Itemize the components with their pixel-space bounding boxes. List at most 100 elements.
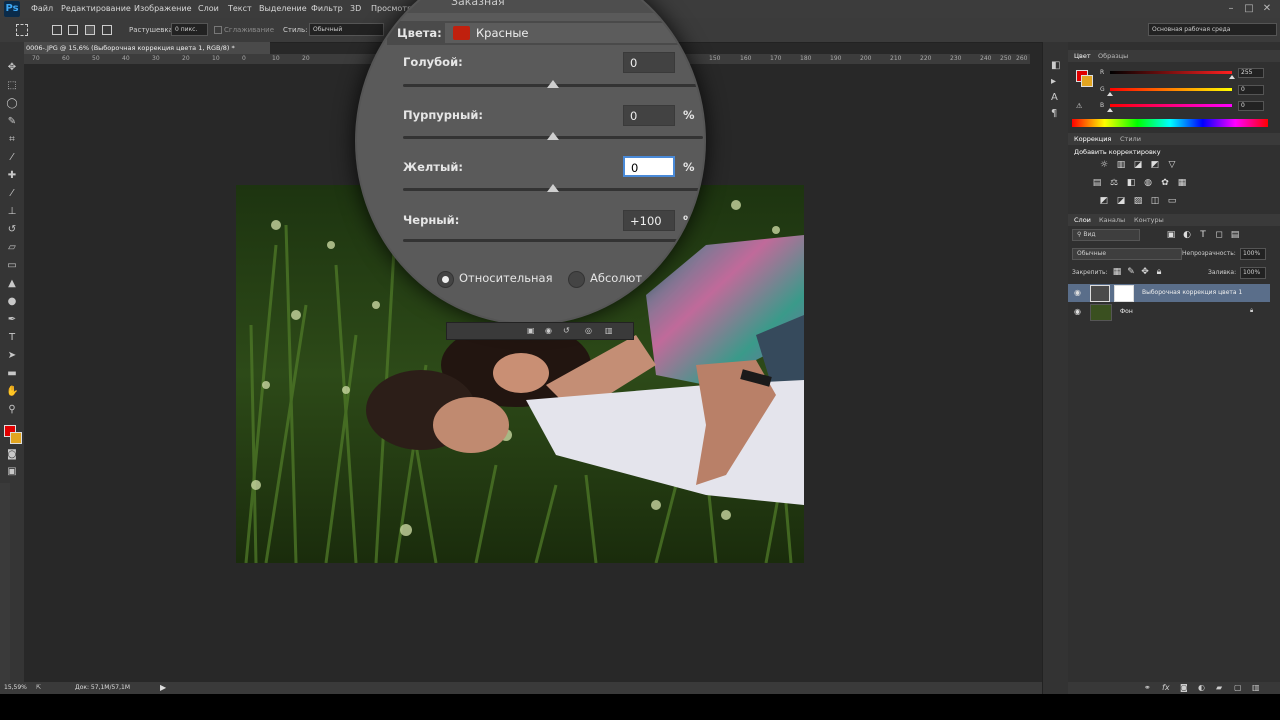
tab-channels[interactable]: Каналы <box>1099 216 1125 224</box>
channel-b-slider[interactable] <box>1107 104 1232 112</box>
menu-filter[interactable]: Фильтр <box>311 4 343 13</box>
new-selection-icon[interactable] <box>52 25 62 35</box>
background-color-swatch[interactable] <box>10 432 22 444</box>
trash-icon[interactable]: ▥ <box>605 326 613 335</box>
clip-to-layer-icon[interactable]: ▣ <box>527 326 535 335</box>
hand-icon[interactable]: ✋ <box>6 386 18 398</box>
color-lookup-icon[interactable]: ▦ <box>1177 178 1187 188</box>
channel-slider-marker[interactable] <box>1229 75 1235 79</box>
visibility-icon[interactable]: ◎ <box>585 326 592 335</box>
add-selection-icon[interactable] <box>68 25 78 35</box>
opacity-input[interactable]: 100% <box>1240 248 1266 260</box>
vibrance-icon[interactable]: ▽ <box>1167 160 1177 170</box>
history-brush-icon[interactable]: ↺ <box>6 224 18 236</box>
lock-transparent-icon[interactable]: ▦ <box>1112 267 1122 277</box>
channel-slider-marker[interactable] <box>1107 108 1113 112</box>
channel-g-input[interactable]: 0 <box>1238 85 1264 95</box>
status-arrow-icon[interactable]: ▶ <box>160 683 166 692</box>
channel-slider-marker[interactable] <box>1107 92 1113 96</box>
yellow-slider-thumb[interactable] <box>547 184 559 192</box>
panel-background-swatch[interactable] <box>1081 75 1093 87</box>
tab-color[interactable]: Цвет <box>1074 52 1091 60</box>
dodge-icon[interactable]: ● <box>6 296 18 308</box>
photo-filter-icon[interactable]: ◍ <box>1143 178 1153 188</box>
menu-file[interactable]: Файл <box>31 4 53 13</box>
posterize-icon[interactable]: ◪ <box>1116 196 1126 206</box>
link-layers-icon[interactable]: ⚭ <box>1144 683 1151 692</box>
lock-position-icon[interactable]: ✥ <box>1140 267 1150 277</box>
channel-r-input[interactable]: 255 <box>1238 68 1264 78</box>
tab-adjustments[interactable]: Коррекция <box>1074 135 1111 143</box>
add-mask-icon[interactable]: ◙ <box>1180 683 1188 692</box>
black-white-icon[interactable]: ◧ <box>1126 178 1136 188</box>
tab-swatches[interactable]: Образцы <box>1098 52 1128 60</box>
lasso-icon[interactable]: ◯ <box>6 98 18 110</box>
subtract-selection-icon[interactable] <box>85 25 95 35</box>
cyan-input[interactable]: 0 <box>623 52 675 73</box>
invert-icon[interactable]: ◩ <box>1099 196 1109 206</box>
layer-background[interactable]: ◉ Фон 🔒︎ <box>1068 303 1270 321</box>
share-icon[interactable]: ⇱ <box>36 684 41 691</box>
actions-icon[interactable]: ▸ <box>1051 76 1056 87</box>
lock-all-icon[interactable]: 🔒︎ <box>1154 267 1164 277</box>
yellow-input[interactable]: 0 <box>623 156 675 177</box>
workspace-select[interactable]: Основная рабочая среда <box>1148 23 1277 36</box>
shape-icon[interactable]: ▬ <box>6 368 18 380</box>
exposure-icon[interactable]: ◩ <box>1150 160 1160 170</box>
tab-layers[interactable]: Слои <box>1074 216 1091 224</box>
quick-mask-icon[interactable]: ◙ <box>6 449 18 461</box>
spectrum-bar[interactable] <box>1072 119 1268 127</box>
filter-adjustment-icon[interactable]: ◐ <box>1182 230 1192 240</box>
brightness-icon[interactable]: ☼ <box>1099 160 1109 170</box>
menu-text[interactable]: Текст <box>228 4 252 13</box>
relative-radio[interactable] <box>437 271 454 288</box>
feather-input[interactable]: 0 пикс. <box>171 23 208 36</box>
selective-color-icon[interactable]: ◫ <box>1150 196 1160 206</box>
crop-icon[interactable]: ⌗ <box>6 134 18 146</box>
quick-select-icon[interactable]: ✎ <box>6 116 18 128</box>
channel-g-slider[interactable] <box>1107 88 1232 96</box>
antialias-checkbox[interactable] <box>214 26 222 34</box>
black-slider-track[interactable] <box>403 239 703 242</box>
menu-image[interactable]: Изображение <box>134 4 192 13</box>
delete-layer-icon[interactable]: ▥ <box>1252 683 1260 692</box>
eye-icon[interactable]: ◉ <box>1074 307 1084 316</box>
filter-pixel-icon[interactable]: ▣ <box>1166 230 1176 240</box>
close-icon[interactable]: ✕ <box>1260 3 1274 15</box>
move-tool-icon[interactable]: ✥ <box>6 62 18 74</box>
marquee-tool-icon[interactable] <box>16 24 28 36</box>
threshold-icon[interactable]: ▨ <box>1133 196 1143 206</box>
gradient-icon[interactable]: ▭ <box>6 260 18 272</box>
menu-edit[interactable]: Редактирование <box>61 4 131 13</box>
minimize-icon[interactable]: – <box>1224 3 1238 15</box>
hue-saturation-icon[interactable]: ▤ <box>1092 178 1102 188</box>
new-layer-icon[interactable]: ▢ <box>1234 683 1242 692</box>
history-icon[interactable]: ◧ <box>1051 60 1060 71</box>
document-tab[interactable]: 0006-.JPG @ 15,6% (Выборочная коррекция … <box>24 42 270 54</box>
eye-icon[interactable]: ◉ <box>1074 288 1084 297</box>
view-previous-icon[interactable]: ◉ <box>545 326 552 335</box>
eraser-icon[interactable]: ▱ <box>6 242 18 254</box>
colors-select[interactable]: Красные <box>445 23 704 43</box>
layer-selective-color[interactable]: ◉ Выборочная коррекция цвета 1 <box>1068 284 1270 302</box>
healing-brush-icon[interactable]: ✚ <box>6 170 18 182</box>
levels-icon[interactable]: ▥ <box>1116 160 1126 170</box>
reset-icon[interactable]: ↺ <box>563 326 570 335</box>
filter-shape-icon[interactable]: ◻ <box>1214 230 1224 240</box>
layer-filter-select[interactable]: ⚲ Вид <box>1072 229 1140 241</box>
tab-styles[interactable]: Стили <box>1120 135 1141 143</box>
filter-type-icon[interactable]: T <box>1198 230 1208 240</box>
new-group-icon[interactable]: ▰ <box>1216 683 1222 692</box>
gamut-warning-icon[interactable]: ⚠ <box>1076 102 1082 110</box>
style-select[interactable]: Обычный <box>309 23 384 36</box>
menu-layers[interactable]: Слои <box>198 4 219 13</box>
brush-icon[interactable]: ⁄ <box>6 188 18 200</box>
fill-input[interactable]: 100% <box>1240 267 1266 279</box>
black-input[interactable]: +100 <box>623 210 675 231</box>
absolute-radio[interactable] <box>568 271 585 288</box>
curves-icon[interactable]: ◪ <box>1133 160 1143 170</box>
menu-3d[interactable]: 3D <box>350 4 361 13</box>
tab-paths[interactable]: Контуры <box>1134 216 1164 224</box>
preset-select[interactable]: Заказная <box>451 0 505 8</box>
paragraph-icon[interactable]: ¶ <box>1051 108 1057 119</box>
